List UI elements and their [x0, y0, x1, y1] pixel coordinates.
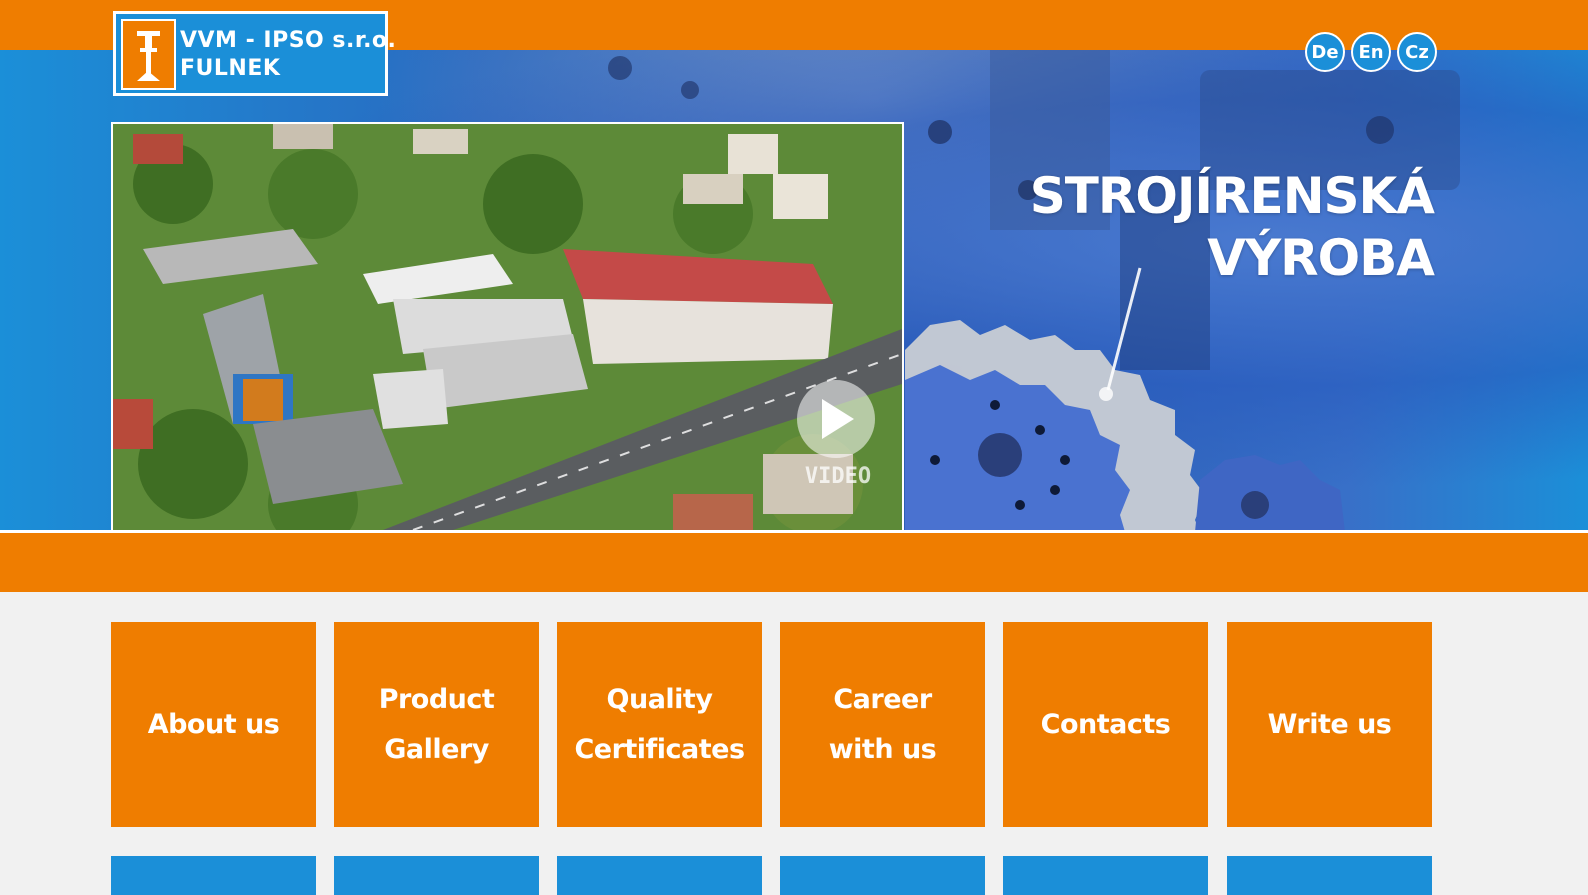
- logo-icon: [121, 19, 176, 90]
- hero-headline: STROJÍRENSKÁ VÝROBA: [994, 165, 1435, 289]
- blue-tile-4[interactable]: [780, 856, 985, 895]
- blue-tile-2[interactable]: [334, 856, 539, 895]
- blue-tile-3[interactable]: [557, 856, 762, 895]
- aerial-factory-photo: [113, 124, 902, 530]
- blue-tile-5[interactable]: [1003, 856, 1208, 895]
- lang-de-button[interactable]: De: [1305, 32, 1345, 72]
- headline-line-2: VÝROBA: [1207, 229, 1435, 287]
- tile-label: Quality: [606, 683, 713, 715]
- blue-tile-1[interactable]: [111, 856, 316, 895]
- video-thumbnail[interactable]: VIDEO: [111, 122, 904, 532]
- video-label: VIDEO: [804, 464, 872, 489]
- lang-cz-button[interactable]: Cz: [1397, 32, 1437, 72]
- play-icon: [822, 399, 854, 439]
- nav-tile-career[interactable]: Career with us: [780, 622, 985, 827]
- blue-tile-6[interactable]: [1227, 856, 1432, 895]
- company-logo[interactable]: VVM - IPSO s.r.o. FULNEK: [113, 11, 396, 96]
- tile-label-2: with us: [828, 733, 937, 765]
- tile-label: About us: [147, 708, 280, 740]
- tile-label-2: Gallery: [384, 733, 489, 765]
- tile-label: Contacts: [1040, 708, 1171, 740]
- logo-panel: VVM - IPSO s.r.o. FULNEK: [116, 14, 396, 93]
- tile-label: Product: [378, 683, 495, 715]
- headline-line-1: STROJÍRENSKÁ: [1029, 167, 1435, 225]
- logo-city: FULNEK: [180, 56, 281, 81]
- nav-tile-write-us[interactable]: Write us: [1227, 622, 1432, 827]
- tile-label: Write us: [1267, 708, 1392, 740]
- tile-label: Career: [833, 683, 932, 715]
- nav-tile-product-gallery[interactable]: Product Gallery: [334, 622, 539, 827]
- play-button[interactable]: [797, 380, 875, 458]
- middle-orange-bar: [0, 533, 1588, 592]
- tile-label-2: Certificates: [574, 733, 745, 765]
- logo-company-name: VVM - IPSO s.r.o.: [180, 28, 397, 53]
- nav-tile-contacts[interactable]: Contacts: [1003, 622, 1208, 827]
- lang-en-button[interactable]: En: [1351, 32, 1391, 72]
- nav-tile-about-us[interactable]: About us: [111, 622, 316, 827]
- nav-tile-quality-certificates[interactable]: Quality Certificates: [557, 622, 762, 827]
